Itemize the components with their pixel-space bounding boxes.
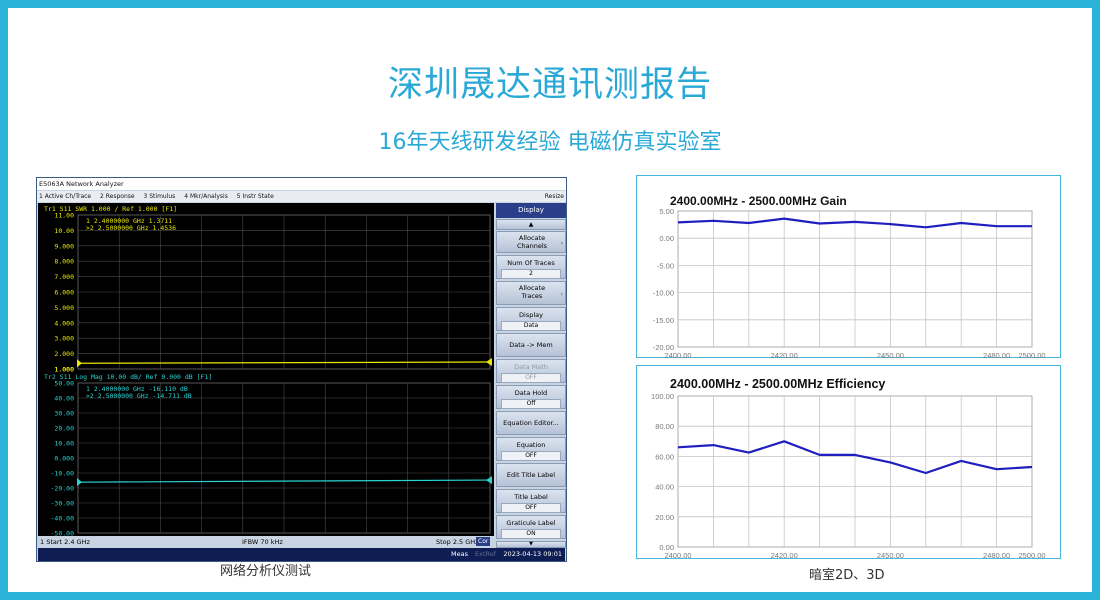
x-tick-label: 2450.00: [877, 351, 904, 359]
chevron-right-icon: ›: [560, 240, 563, 247]
x-tick-label: 2420.00: [771, 551, 798, 560]
status-extref: ExtRef: [475, 550, 497, 558]
y-tick-label: -5.00: [657, 261, 674, 270]
correction-badge: Cor: [476, 537, 491, 546]
softkey-header: Display: [496, 203, 566, 218]
trace1-tick-label: 6.000: [54, 289, 74, 297]
softkey-graticule-label[interactable]: Graticule Label ON: [496, 515, 566, 539]
y-tick-label: -10.00: [653, 289, 674, 298]
trace2-ref-marker: [77, 478, 82, 487]
x-tick-label: 2420.00: [771, 351, 798, 359]
trace1-ref-marker: [77, 359, 82, 368]
trace2-marker-readout: >2 2.5000000 GHz -14.711 dB: [86, 392, 192, 400]
trace1-tick-label: 5.000: [54, 304, 74, 312]
trace2-tick-label: -10.00: [51, 470, 75, 478]
gain-chart: 2400.00MHz - 2500.00MHz Gain5.00 0.00 -5.0…: [653, 194, 1046, 359]
menu-item-stimulus[interactable]: 3 Stimulus: [144, 193, 176, 200]
y-tick-label: 80.00: [655, 422, 674, 431]
ifbw-label: IFBW 70 kHz: [242, 538, 283, 546]
y-tick-label: 0.00: [659, 234, 674, 243]
y-tick-label: 20.00: [655, 513, 674, 522]
analyzer-title-bar: E5063A Network Analyzer: [37, 178, 566, 190]
trace2-tick-label: 40.00: [54, 395, 74, 403]
softkey-panel: Display ▲ Allocate Channels › Num Of Tra…: [496, 203, 566, 548]
chart-title: 2400.00MHz - 2500.00MHz Efficiency: [670, 377, 885, 391]
trace1-tick-label: 8.000: [54, 258, 74, 266]
softkey-num-of-traces[interactable]: Num Of Traces 2: [496, 255, 566, 279]
menu-item-instr-state[interactable]: 5 Instr State: [237, 193, 274, 200]
y-tick-label: 40.00: [655, 483, 674, 492]
analyzer-stimulus-bar: 1 Start 2.4 GHz IFBW 70 kHz Stop 2.5 GHz…: [38, 536, 494, 548]
menu-item-response[interactable]: 2 Response: [100, 193, 135, 200]
x-tick-label: 2500.00: [1018, 551, 1045, 560]
menu-item-active-ch-trace[interactable]: 1 Active Ch/Trace: [39, 193, 91, 200]
y-tick-label: 60.00: [655, 452, 674, 461]
softkey-scroll-down[interactable]: ▼: [496, 541, 566, 548]
trace1-marker-readout: >2 2.5000000 GHz 1.4536: [86, 224, 176, 232]
softkey-title-label[interactable]: Title Label OFF: [496, 489, 566, 513]
status-meas: Meas: [451, 550, 468, 558]
analyzer-menu-bar: 1 Active Ch/Trace 2 Response 3 Stimulus …: [37, 191, 566, 202]
softkey-edit-title-label[interactable]: Edit Title Label: [496, 463, 566, 487]
trace1-ref-level: 1.000: [54, 366, 74, 374]
analyzer-screen: Tr1 S11 SWR 1.000 / Ref 1.000 [F1] 11.00 1…: [38, 203, 494, 548]
menu-item-resize[interactable]: Resize: [545, 191, 564, 202]
y-tick-label: -15.00: [653, 316, 674, 325]
trace2-end-marker: [486, 476, 492, 485]
network-analyzer-window: E5063A Network Analyzer 1 Active Ch/Trac…: [36, 177, 567, 562]
softkey-data-to-mem[interactable]: Data -> Mem: [496, 333, 566, 357]
softkey-data-hold[interactable]: Data Hold Off: [496, 385, 566, 409]
trace2-tick-label: -20.00: [51, 485, 75, 493]
trace2-tick-label: 30.00: [54, 410, 74, 418]
trace1-tick-label: 7.000: [54, 273, 74, 281]
softkey-equation[interactable]: Equation OFF: [496, 437, 566, 461]
analyzer-plot: Tr1 S11 SWR 1.000 / Ref 1.000 [F1]11.001…: [44, 205, 492, 536]
trace2-tick-label: -30.00: [51, 500, 75, 508]
trace1-tick-label: 4.000: [54, 319, 74, 327]
softkey-allocate-traces[interactable]: Allocate Traces ›: [496, 281, 566, 305]
x-tick-label: 2400.00: [664, 551, 691, 560]
trace2-tick-label: 50.00: [54, 380, 74, 388]
gain-chart-panel: 2400.00MHz - 2500.00MHz Gain 5.00 0.00 -5.0…: [636, 175, 1061, 359]
softkey-equation-editor[interactable]: Equation Editor...: [496, 411, 566, 435]
trace1-tick-label: 11.00: [54, 212, 74, 220]
trace2-tick-label: 0.000: [54, 455, 74, 463]
x-tick-label: 2450.00: [877, 551, 904, 560]
softkey-display[interactable]: Display Data: [496, 307, 566, 331]
trace1-end-marker: [486, 358, 492, 367]
page-title: 深圳晟达通讯测报告: [387, 65, 712, 105]
efficiency-chart: 2400.00MHz - 2500.00MHz Efficiency100.00…: [651, 377, 1046, 560]
trace1-tick-label: 3.000: [54, 335, 74, 343]
x-tick-label: 2480.00: [983, 351, 1010, 359]
start-frequency: 1 Start 2.4 GHz: [40, 538, 90, 546]
trace2-tick-label: 20.00: [54, 425, 74, 433]
trace1-tick-label: 2.000: [54, 350, 74, 358]
trace1-tick-label: 10.00: [54, 227, 74, 235]
trace1-tick-label: 9.000: [54, 242, 74, 250]
stop-frequency: Stop 2.5 GHz: [436, 538, 479, 546]
chart-title: 2400.00MHz - 2500.00MHz Gain: [670, 194, 847, 208]
page-subtitle: 16年天线研发经验 电磁仿真实验室: [378, 130, 722, 155]
trace2-tick-label: 10.00: [54, 440, 74, 448]
x-tick-label: 2480.00: [983, 551, 1010, 560]
chamber-caption: 暗室2D、3D: [809, 568, 885, 583]
menu-item-mkr-analysis[interactable]: 4 Mkr/Analysis: [184, 193, 228, 200]
trace2-tick-label: -40.00: [51, 515, 75, 523]
trace1-series-line: [77, 361, 491, 364]
y-tick-label: 5.00: [659, 207, 674, 216]
chevron-right-icon: ›: [560, 290, 563, 298]
x-tick-label: 2400.00: [664, 351, 691, 359]
analyzer-caption: 网络分析仪测试: [220, 564, 312, 579]
softkey-data-math[interactable]: Data Math OFF: [496, 359, 566, 383]
softkey-allocate-channels[interactable]: Allocate Channels ›: [496, 231, 566, 253]
softkey-scroll-up[interactable]: ▲: [496, 219, 566, 230]
efficiency-chart-panel: 2400.00MHz - 2500.00MHz Efficiency 100.00…: [636, 365, 1061, 560]
status-timestamp: 2023-04-13 09:01: [503, 550, 562, 558]
x-tick-label: 2500.00: [1018, 351, 1045, 359]
y-tick-label: 100.00: [651, 392, 674, 401]
